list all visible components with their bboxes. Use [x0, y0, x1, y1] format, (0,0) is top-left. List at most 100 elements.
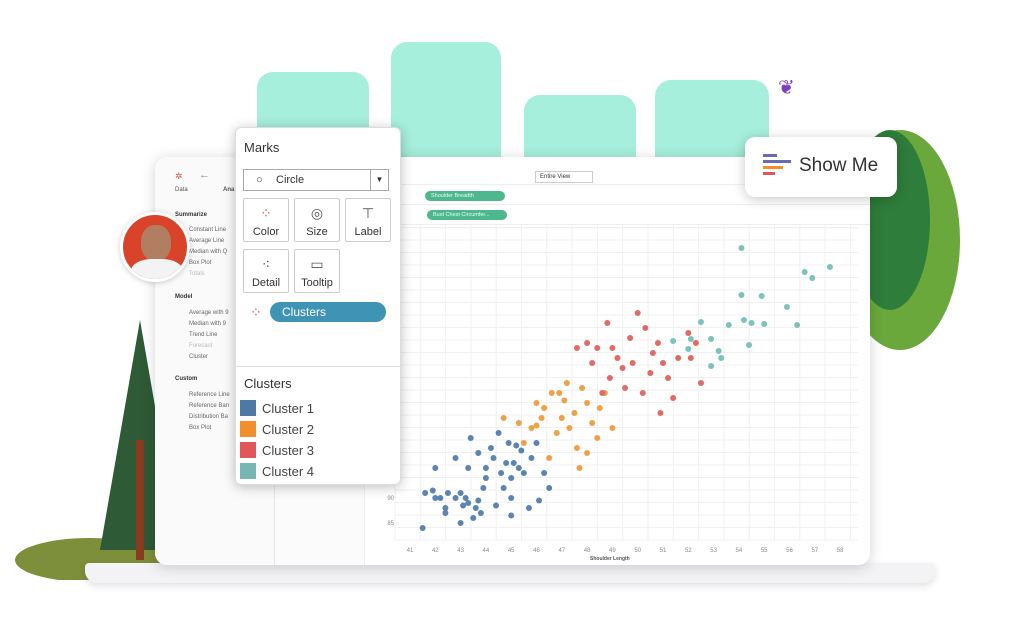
data-point-cluster-2[interactable]	[558, 415, 565, 421]
data-point-cluster-3[interactable]	[697, 380, 704, 386]
data-point-cluster-4[interactable]	[738, 292, 745, 298]
data-point-cluster-3[interactable]	[654, 340, 661, 346]
data-point-cluster-1[interactable]	[508, 512, 515, 519]
data-point-cluster-1[interactable]	[490, 455, 497, 461]
data-point-cluster-4[interactable]	[708, 336, 715, 342]
clusters-pill[interactable]: Clusters	[270, 302, 386, 322]
data-point-cluster-1[interactable]	[508, 475, 515, 481]
data-point-cluster-2[interactable]	[553, 430, 560, 436]
data-point-cluster-4[interactable]	[783, 304, 790, 310]
data-point-cluster-2[interactable]	[541, 405, 548, 411]
legend-item[interactable]: Cluster 1	[240, 400, 314, 420]
data-point-cluster-2[interactable]	[576, 465, 583, 471]
data-point-cluster-4[interactable]	[670, 338, 677, 344]
data-point-cluster-1[interactable]	[457, 520, 464, 526]
data-point-cluster-4[interactable]	[794, 322, 801, 328]
data-point-cluster-1[interactable]	[429, 487, 436, 494]
data-point-cluster-1[interactable]	[525, 505, 532, 511]
legend-item[interactable]: Cluster 2	[240, 421, 314, 441]
data-point-cluster-2[interactable]	[520, 440, 527, 446]
data-point-cluster-1[interactable]	[477, 510, 484, 516]
data-point-cluster-1[interactable]	[518, 447, 525, 454]
data-point-cluster-2[interactable]	[579, 385, 586, 391]
label-button[interactable]: ⊤ Label	[345, 198, 391, 242]
data-point-cluster-1[interactable]	[498, 470, 505, 476]
data-point-cluster-3[interactable]	[665, 375, 672, 381]
data-point-cluster-1[interactable]	[457, 490, 464, 496]
data-point-cluster-1[interactable]	[480, 485, 487, 491]
data-point-cluster-1[interactable]	[467, 435, 474, 441]
data-point-cluster-2[interactable]	[563, 380, 570, 386]
data-point-cluster-4[interactable]	[758, 293, 765, 299]
data-point-cluster-3[interactable]	[670, 395, 677, 401]
data-point-cluster-4[interactable]	[740, 317, 747, 323]
data-point-cluster-1[interactable]	[465, 465, 472, 471]
data-point-cluster-1[interactable]	[508, 495, 515, 501]
data-point-cluster-2[interactable]	[596, 405, 603, 411]
data-point-cluster-3[interactable]	[622, 385, 629, 391]
data-point-cluster-4[interactable]	[718, 355, 725, 361]
mark-type-select[interactable]: ○ Circle ▼	[243, 169, 389, 191]
data-point-cluster-3[interactable]	[642, 325, 649, 331]
data-point-cluster-2[interactable]	[594, 435, 601, 441]
data-point-cluster-2[interactable]	[609, 425, 616, 431]
data-point-cluster-4[interactable]	[826, 264, 833, 270]
data-point-cluster-4[interactable]	[761, 321, 768, 327]
data-point-cluster-2[interactable]	[538, 415, 545, 421]
data-point-cluster-1[interactable]	[482, 465, 489, 471]
data-point-cluster-4[interactable]	[809, 275, 816, 281]
data-point-cluster-2[interactable]	[589, 420, 596, 426]
data-point-cluster-2[interactable]	[566, 425, 573, 431]
data-point-cluster-2[interactable]	[515, 420, 522, 426]
data-point-cluster-2[interactable]	[573, 445, 580, 451]
detail-button[interactable]: ⁖ Detail	[243, 249, 289, 293]
data-point-cluster-2[interactable]	[556, 390, 563, 396]
data-point-cluster-4[interactable]	[687, 336, 694, 342]
data-point-cluster-1[interactable]	[513, 442, 520, 449]
data-point-cluster-3[interactable]	[634, 310, 641, 316]
data-point-cluster-3[interactable]	[685, 330, 692, 336]
data-point-cluster-3[interactable]	[594, 345, 601, 351]
data-point-cluster-3[interactable]	[692, 340, 699, 346]
data-point-cluster-4[interactable]	[715, 348, 722, 354]
data-point-cluster-1[interactable]	[546, 485, 553, 491]
data-point-cluster-1[interactable]	[442, 510, 449, 516]
data-point-cluster-2[interactable]	[584, 450, 591, 456]
data-point-cluster-1[interactable]	[475, 497, 482, 504]
data-point-cluster-1[interactable]	[444, 490, 451, 496]
data-point-cluster-2[interactable]	[584, 400, 591, 406]
data-point-cluster-2[interactable]	[546, 455, 553, 461]
data-point-cluster-1[interactable]	[437, 495, 444, 501]
tooltip-button[interactable]: ▭ Tooltip	[294, 249, 340, 293]
data-point-cluster-3[interactable]	[609, 345, 616, 351]
data-point-cluster-3[interactable]	[629, 360, 636, 366]
data-point-cluster-1[interactable]	[505, 440, 512, 446]
data-point-cluster-4[interactable]	[685, 346, 692, 352]
data-point-cluster-1[interactable]	[487, 445, 494, 451]
data-point-cluster-3[interactable]	[687, 355, 694, 361]
data-point-cluster-1[interactable]	[528, 455, 535, 461]
data-point-cluster-2[interactable]	[533, 422, 540, 429]
data-point-cluster-1[interactable]	[536, 497, 543, 504]
data-point-cluster-2[interactable]	[533, 400, 540, 406]
data-point-cluster-1[interactable]	[470, 515, 477, 521]
show-me-button[interactable]: Show Me	[745, 137, 897, 197]
size-button[interactable]: ◎ Size	[294, 198, 340, 242]
data-point-cluster-3[interactable]	[614, 355, 621, 361]
data-point-cluster-4[interactable]	[738, 245, 745, 251]
data-point-cluster-1[interactable]	[475, 450, 482, 456]
data-point-cluster-1[interactable]	[482, 475, 489, 481]
data-point-cluster-2[interactable]	[571, 410, 578, 416]
data-point-cluster-1[interactable]	[495, 430, 502, 436]
data-point-cluster-3[interactable]	[660, 360, 666, 366]
data-point-cluster-1[interactable]	[452, 495, 459, 501]
data-point-cluster-4[interactable]	[746, 342, 753, 348]
data-point-cluster-3[interactable]	[649, 350, 656, 356]
data-point-cluster-1[interactable]	[419, 525, 426, 531]
data-point-cluster-1[interactable]	[452, 455, 459, 461]
data-point-cluster-3[interactable]	[584, 340, 591, 346]
data-point-cluster-1[interactable]	[465, 500, 472, 506]
data-point-cluster-3[interactable]	[675, 355, 682, 361]
data-point-cluster-1[interactable]	[520, 470, 527, 476]
data-point-cluster-4[interactable]	[697, 319, 704, 325]
